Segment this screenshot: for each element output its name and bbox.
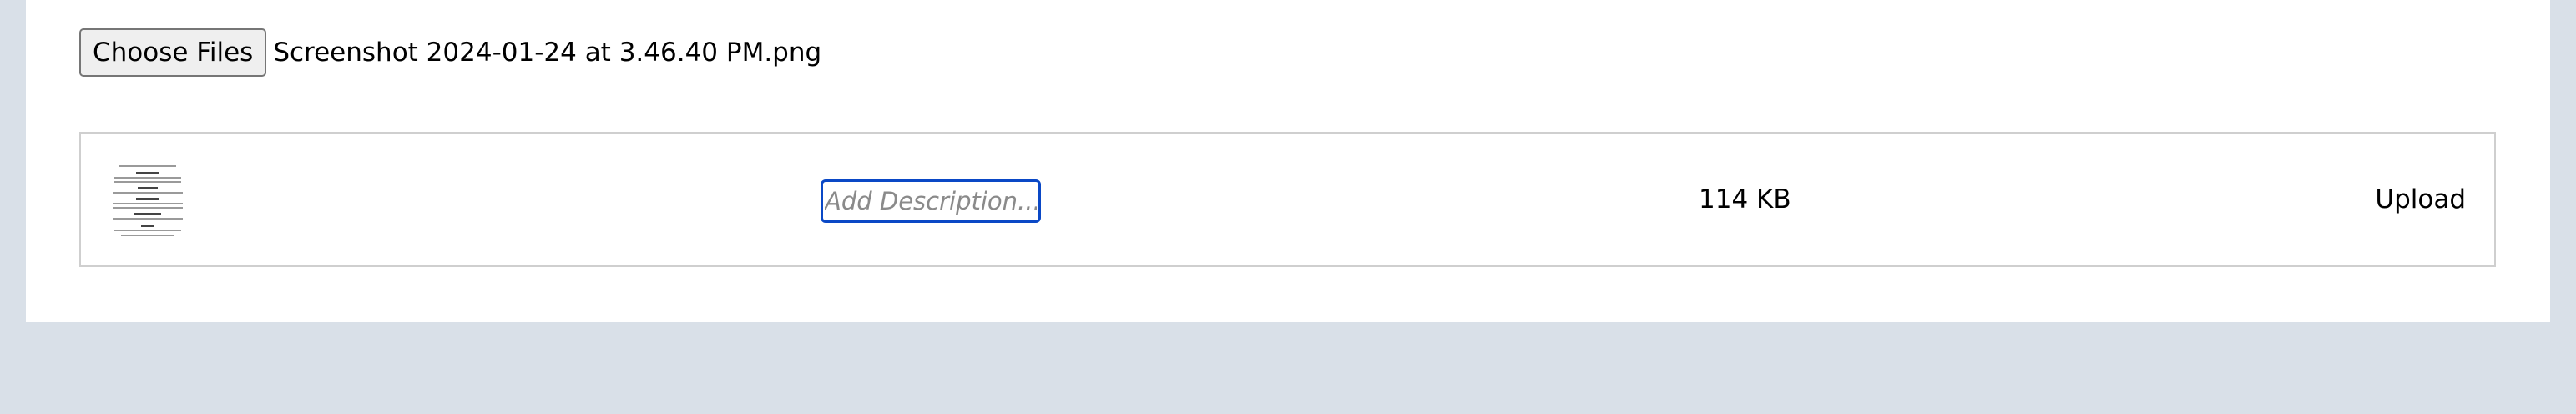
- upload-row: 114 KB Upload: [79, 132, 2496, 267]
- selected-file-name: Screenshot 2024-01-24 at 3.46.40 PM.png: [273, 38, 822, 68]
- upload-button[interactable]: Upload: [2375, 184, 2466, 215]
- choose-files-button[interactable]: Choose Files: [79, 28, 267, 77]
- file-picker: Choose Files Screenshot 2024-01-24 at 3.…: [79, 28, 821, 77]
- description-input[interactable]: [821, 179, 1041, 223]
- file-size: 114 KB: [1699, 184, 1791, 215]
- document-thumbnail-image: [111, 164, 184, 240]
- upload-panel: Choose Files Screenshot 2024-01-24 at 3.…: [26, 0, 2550, 322]
